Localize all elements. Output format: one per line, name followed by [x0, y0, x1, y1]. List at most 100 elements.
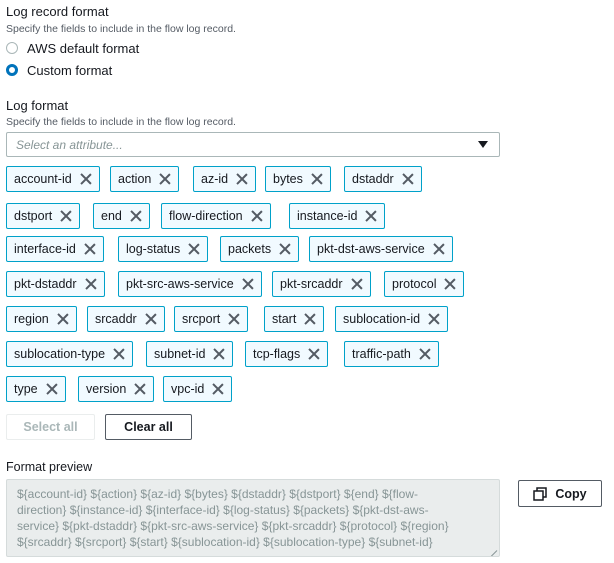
- attribute-token: end: [93, 203, 150, 229]
- remove-token-icon[interactable]: [158, 172, 172, 186]
- token-label: pkt-dstaddr: [14, 277, 77, 291]
- radio-custom-format[interactable]: Custom format: [6, 61, 112, 79]
- attribute-token: srcaddr: [87, 306, 165, 332]
- format-preview-line: direction} ${instance-id} ${interface-id…: [17, 503, 429, 517]
- remove-token-icon[interactable]: [303, 312, 317, 326]
- attribute-token: log-status: [118, 236, 209, 262]
- attribute-token: account-id: [6, 166, 100, 192]
- radio-button-checked-icon[interactable]: [6, 64, 18, 76]
- radio-button-unchecked-icon[interactable]: [6, 42, 18, 54]
- remove-token-icon[interactable]: [241, 277, 255, 291]
- token-label: end: [101, 209, 122, 223]
- remove-token-icon[interactable]: [227, 312, 241, 326]
- remove-token-icon[interactable]: [427, 312, 441, 326]
- token-label: version: [86, 382, 127, 396]
- radio-aws-default-format[interactable]: AWS default format: [6, 39, 139, 57]
- remove-token-icon[interactable]: [79, 172, 93, 186]
- token-label: packets: [228, 242, 272, 256]
- remove-token-icon[interactable]: [112, 347, 126, 361]
- remove-token-icon[interactable]: [45, 382, 59, 396]
- attribute-token: sublocation-id: [335, 306, 449, 332]
- log-format-title: Log format: [6, 98, 69, 113]
- log-record-format-description: Specify the fields to include in the flo…: [6, 23, 236, 35]
- remove-token-icon[interactable]: [133, 382, 147, 396]
- format-preview-title: Format preview: [6, 460, 93, 474]
- attribute-token: pkt-dstaddr: [6, 271, 105, 297]
- attribute-token: vpc-id: [163, 376, 233, 402]
- attribute-token: dstport: [6, 203, 81, 229]
- remove-token-icon[interactable]: [443, 277, 457, 291]
- remove-token-icon[interactable]: [187, 242, 201, 256]
- remove-token-icon[interactable]: [235, 172, 249, 186]
- token-label: dstport: [14, 209, 53, 223]
- remove-token-icon[interactable]: [418, 347, 432, 361]
- copy-label: Copy: [555, 486, 587, 501]
- remove-token-icon[interactable]: [310, 172, 324, 186]
- token-label: vpc-id: [171, 382, 205, 396]
- log-format-description: Specify the fields to include in the flo…: [6, 116, 236, 128]
- copy-icon: [533, 486, 548, 501]
- token-label: flow-direction: [169, 209, 243, 223]
- attribute-token: subnet-id: [146, 341, 234, 367]
- token-label: pkt-srcaddr: [280, 277, 343, 291]
- token-label: pkt-dst-aws-service: [317, 242, 425, 256]
- attribute-token: version: [78, 376, 155, 402]
- radio-label: AWS default format: [27, 40, 140, 56]
- remove-token-icon[interactable]: [211, 382, 225, 396]
- attribute-select-placeholder: Select an attribute...: [16, 137, 123, 152]
- attribute-token: pkt-src-aws-service: [118, 271, 262, 297]
- log-record-format-title: Log record format: [6, 4, 109, 19]
- attribute-token: traffic-path: [344, 341, 439, 367]
- token-label: instance-id: [297, 209, 358, 223]
- select-all-button[interactable]: Select all: [6, 414, 95, 440]
- attribute-token: sublocation-type: [6, 341, 134, 367]
- remove-token-icon[interactable]: [364, 209, 378, 223]
- token-label: bytes: [273, 172, 303, 186]
- attribute-token: start: [264, 306, 325, 332]
- remove-token-icon[interactable]: [59, 209, 73, 223]
- attribute-token: packets: [220, 236, 300, 262]
- remove-token-icon[interactable]: [56, 312, 70, 326]
- attribute-token: pkt-srcaddr: [272, 271, 371, 297]
- attribute-token: tcp-flags: [245, 341, 329, 367]
- remove-token-icon[interactable]: [212, 347, 226, 361]
- remove-token-icon[interactable]: [84, 277, 98, 291]
- remove-token-icon[interactable]: [350, 277, 364, 291]
- token-label: srcaddr: [95, 312, 137, 326]
- attribute-token: az-id: [193, 166, 257, 192]
- token-label: tcp-flags: [253, 347, 301, 361]
- format-preview-line: ${account-id} ${action} ${az-id} ${bytes…: [17, 487, 418, 501]
- clear-all-button[interactable]: Clear all: [105, 414, 192, 440]
- token-label: subnet-id: [154, 347, 206, 361]
- attribute-token: dstaddr: [344, 166, 422, 192]
- format-preview-textarea[interactable]: ${account-id} ${action} ${az-id} ${bytes…: [6, 479, 500, 557]
- remove-token-icon[interactable]: [250, 209, 264, 223]
- token-label: pkt-src-aws-service: [126, 277, 234, 291]
- remove-token-icon[interactable]: [83, 242, 97, 256]
- attribute-select[interactable]: Select an attribute...: [6, 132, 500, 157]
- copy-button[interactable]: Copy: [518, 480, 602, 507]
- remove-token-icon[interactable]: [129, 209, 143, 223]
- remove-token-icon[interactable]: [307, 347, 321, 361]
- token-label: start: [272, 312, 297, 326]
- token-label: log-status: [126, 242, 181, 256]
- token-label: type: [14, 382, 38, 396]
- remove-token-icon[interactable]: [144, 312, 158, 326]
- remove-token-icon[interactable]: [278, 242, 292, 256]
- token-label: region: [14, 312, 49, 326]
- format-preview-line: service} ${pkt-dstaddr} ${pkt-src-aws-se…: [17, 519, 449, 533]
- token-label: sublocation-id: [343, 312, 421, 326]
- resize-handle-icon[interactable]: [489, 546, 497, 554]
- attribute-token: instance-id: [289, 203, 386, 229]
- format-preview-line: ${srcaddr} ${srcport} ${start} ${subloca…: [17, 535, 433, 549]
- attribute-token: flow-direction: [161, 203, 271, 229]
- token-label: action: [118, 172, 152, 186]
- remove-token-icon[interactable]: [401, 172, 415, 186]
- caret-down-icon: [478, 141, 488, 148]
- attribute-token: bytes: [265, 166, 331, 192]
- attribute-token: protocol: [384, 271, 465, 297]
- attribute-token: srcport: [174, 306, 249, 332]
- attribute-token: region: [6, 306, 77, 332]
- remove-token-icon[interactable]: [432, 242, 446, 256]
- attribute-token: interface-id: [6, 236, 104, 262]
